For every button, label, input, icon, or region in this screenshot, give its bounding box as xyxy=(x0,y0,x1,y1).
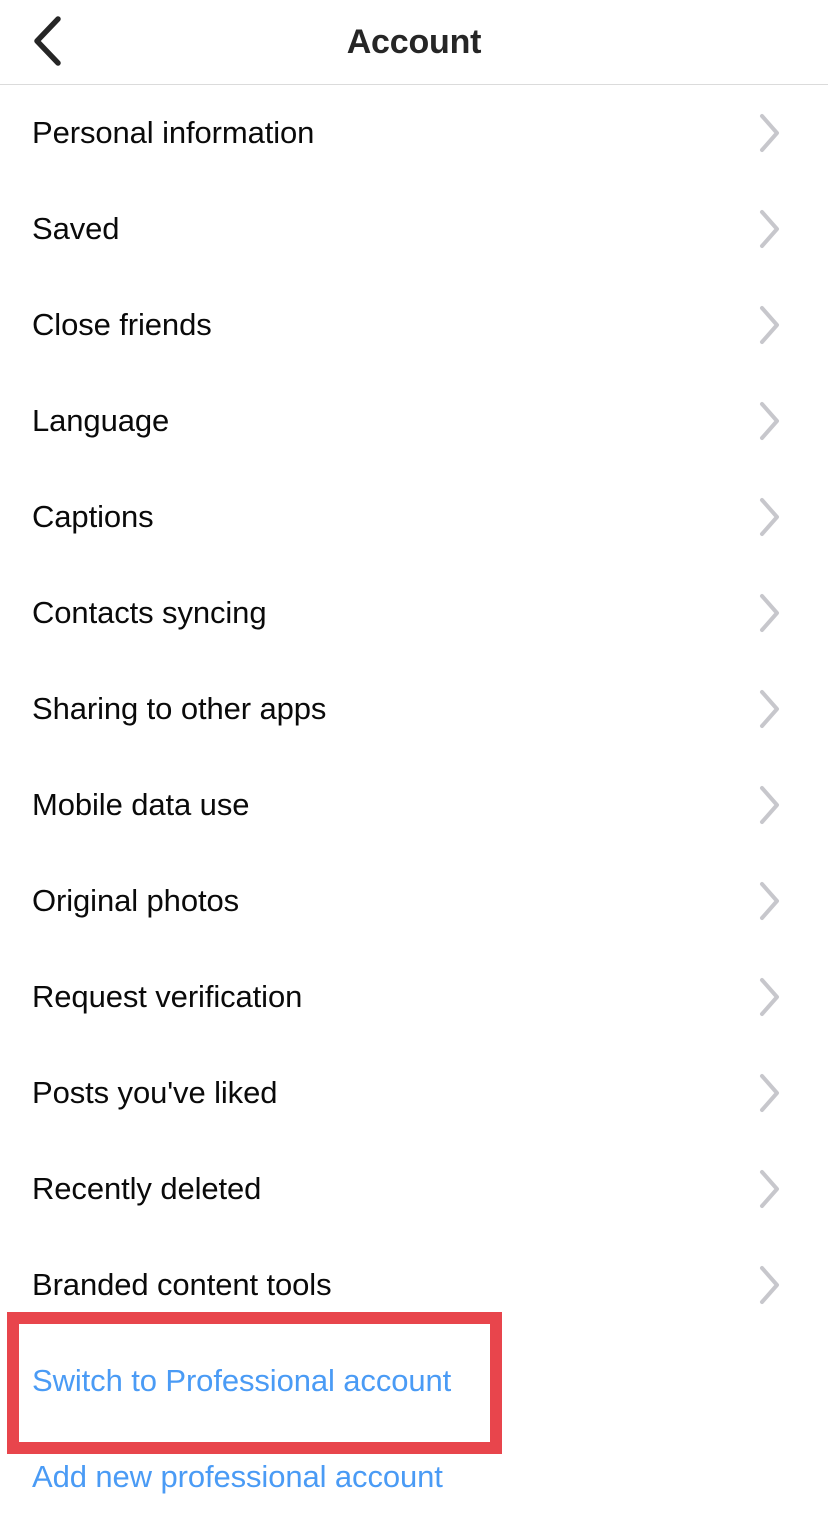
settings-list: Personal information Saved Close friends La… xyxy=(0,85,828,1333)
list-item[interactable]: Language xyxy=(0,373,828,469)
list-item[interactable]: Captions xyxy=(0,469,828,565)
chevron-right-icon xyxy=(748,978,782,1016)
list-item-label: Captions xyxy=(32,499,154,534)
list-item-label: Posts you've liked xyxy=(32,1075,278,1110)
chevron-right-icon xyxy=(748,786,782,824)
navigation-header: Account xyxy=(0,0,828,85)
app-screen: Account Personal information Saved Close f… xyxy=(0,0,828,1534)
chevron-right-icon xyxy=(748,882,782,920)
chevron-right-icon xyxy=(748,1266,782,1304)
page-title: Account xyxy=(346,23,482,61)
list-item-label: Sharing to other apps xyxy=(32,691,327,726)
chevron-right-icon xyxy=(748,1074,782,1112)
chevron-right-icon xyxy=(748,402,782,440)
chevron-right-icon xyxy=(748,690,782,728)
chevron-right-icon xyxy=(748,306,782,344)
chevron-right-icon xyxy=(748,594,782,632)
list-item-label: Request verification xyxy=(32,979,303,1014)
list-item-label: Personal information xyxy=(32,115,315,150)
list-item[interactable]: Close friends xyxy=(0,277,828,373)
chevron-right-icon xyxy=(748,498,782,536)
list-item-label: Contacts syncing xyxy=(32,595,267,630)
list-item-label: Recently deleted xyxy=(32,1171,262,1206)
list-item[interactable]: Personal information xyxy=(0,85,828,181)
chevron-right-icon xyxy=(748,210,782,248)
add-new-professional-account-label: Add new professional account xyxy=(32,1459,443,1494)
list-item[interactable]: Sharing to other apps xyxy=(0,661,828,757)
chevron-right-icon xyxy=(748,114,782,152)
list-item[interactable]: Original photos xyxy=(0,853,828,949)
list-item[interactable]: Branded content tools xyxy=(0,1237,828,1333)
list-item-label: Saved xyxy=(32,211,120,246)
list-item[interactable]: Request verification xyxy=(0,949,828,1045)
list-item[interactable]: Mobile data use xyxy=(0,757,828,853)
list-item-label: Close friends xyxy=(32,307,212,342)
list-item[interactable]: Recently deleted xyxy=(0,1141,828,1237)
list-item[interactable]: Saved xyxy=(0,181,828,277)
list-item[interactable]: Posts you've liked xyxy=(0,1045,828,1141)
list-item-label: Language xyxy=(32,403,170,438)
add-new-professional-account-button[interactable]: Add new professional account xyxy=(0,1429,828,1525)
switch-to-professional-account-label: Switch to Professional account xyxy=(32,1363,452,1398)
list-item-label: Mobile data use xyxy=(32,787,250,822)
switch-to-professional-account-button[interactable]: Switch to Professional account xyxy=(0,1333,828,1429)
list-item-label: Original photos xyxy=(32,883,240,918)
list-item-label: Branded content tools xyxy=(32,1267,332,1302)
chevron-right-icon xyxy=(748,1170,782,1208)
list-item[interactable]: Contacts syncing xyxy=(0,565,828,661)
